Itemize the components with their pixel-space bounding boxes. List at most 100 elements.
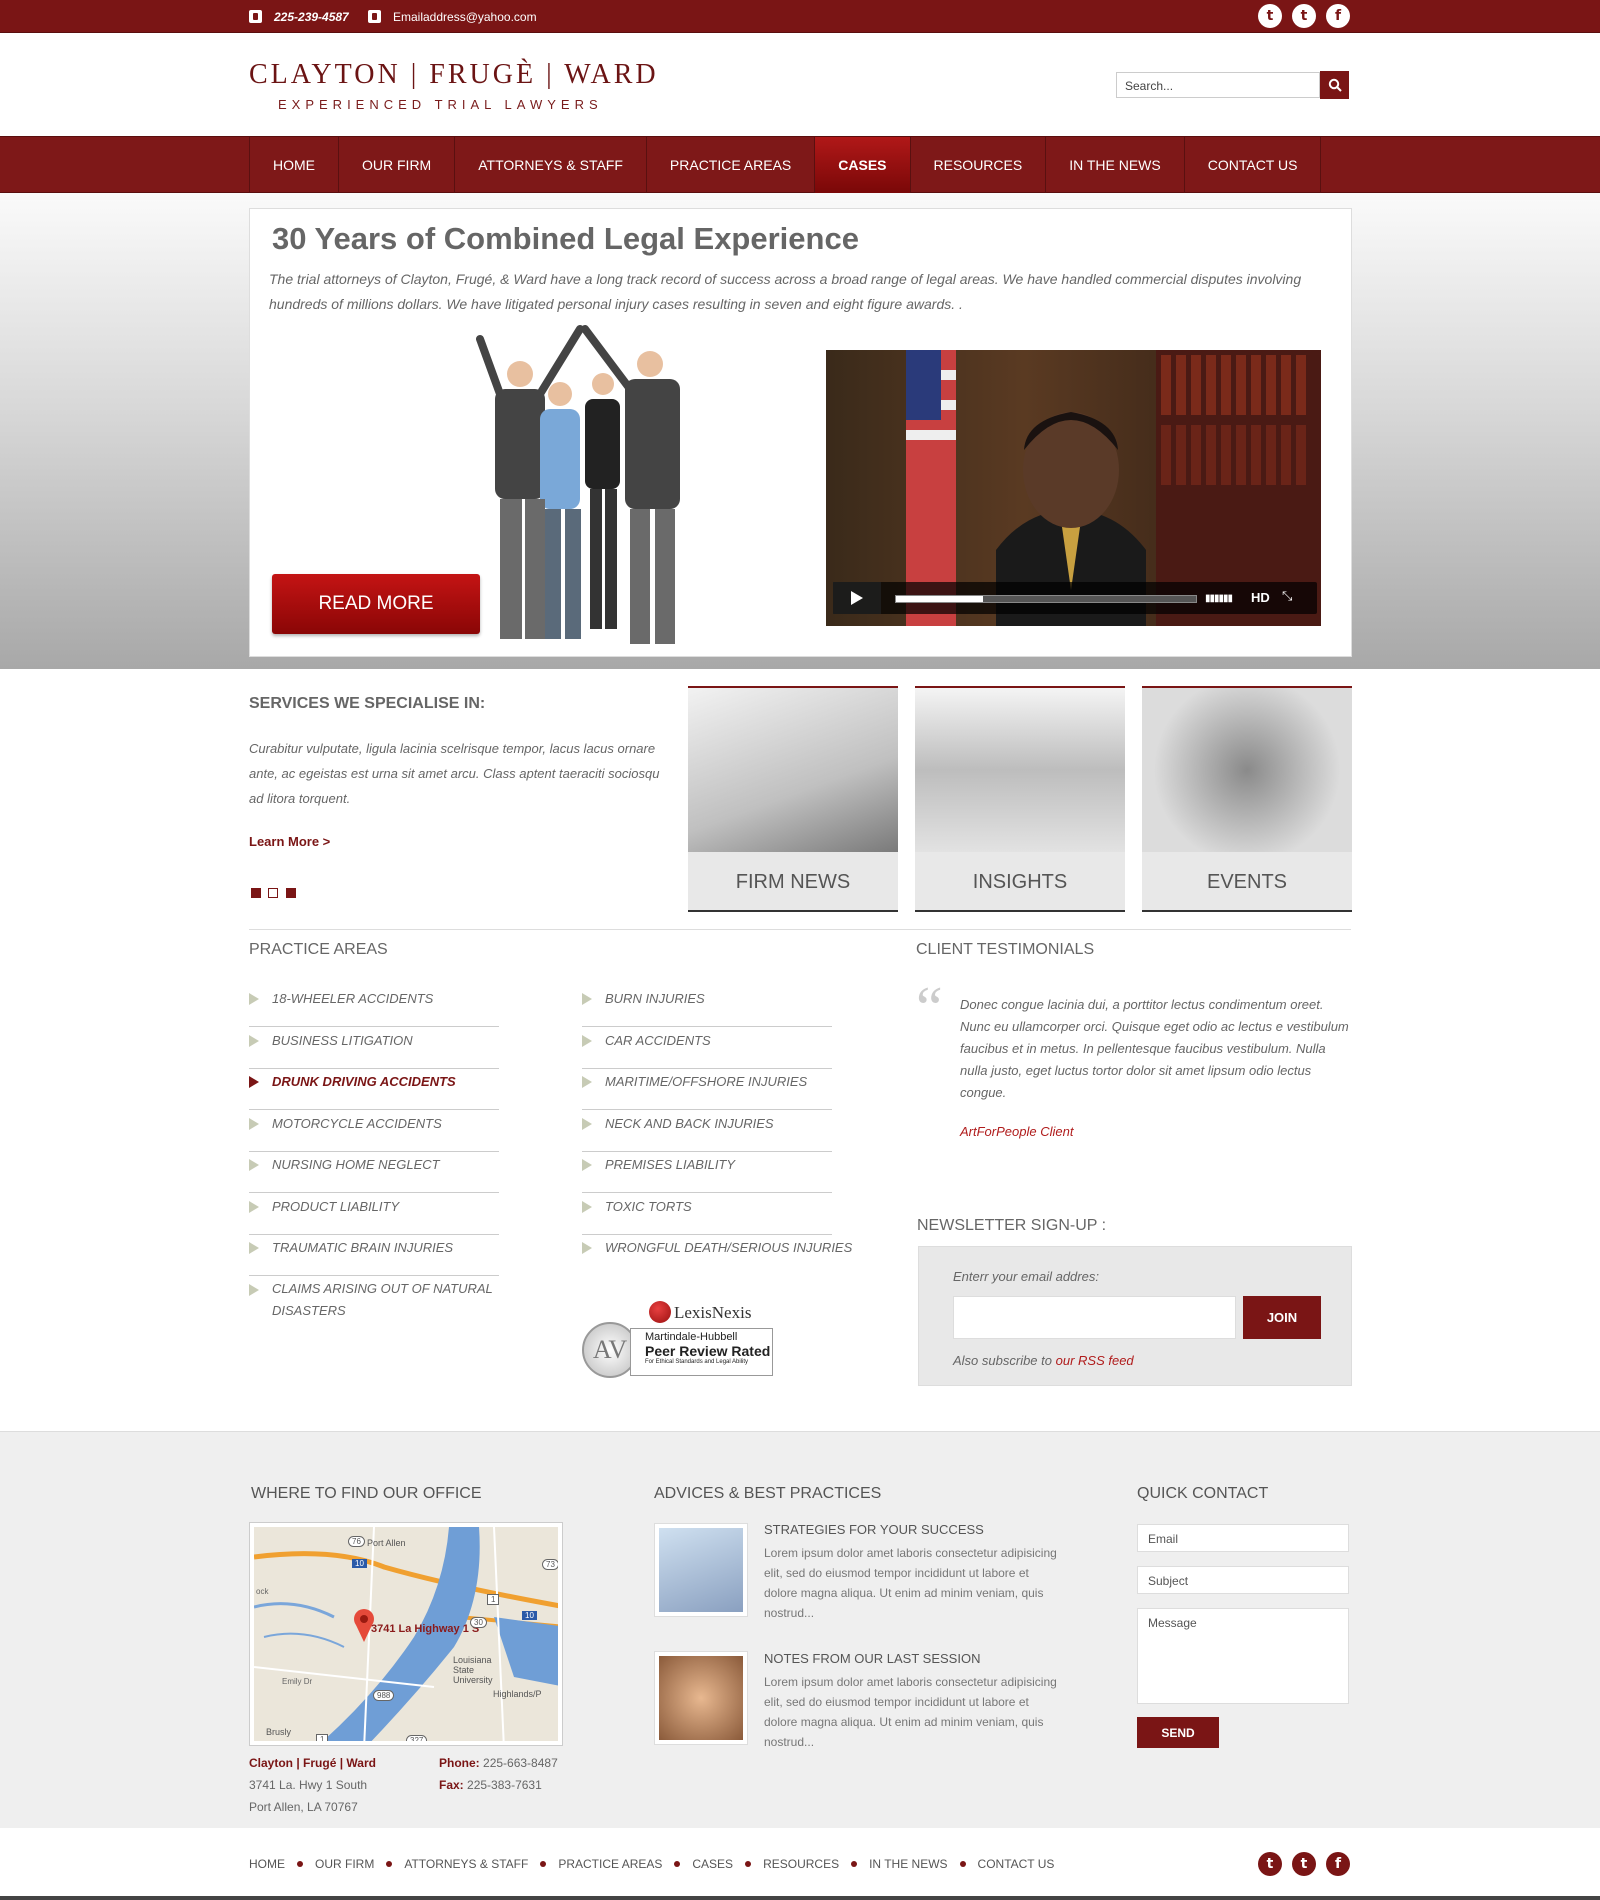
join-button[interactable]: JOIN [1243, 1296, 1321, 1339]
quote-mark-icon: “ [916, 975, 943, 1041]
facebook-icon[interactable]: f [1326, 4, 1350, 28]
map-road-marker: 30 [470, 1617, 487, 1628]
rss-prefix: Also subscribe to [953, 1353, 1056, 1368]
office-fax: 225-383-7631 [467, 1778, 542, 1792]
nav-practice-areas[interactable]: PRACTICE AREAS [647, 137, 816, 193]
twitter-icon[interactable]: t [1258, 1852, 1282, 1876]
practice-item[interactable]: 18-WHEELER ACCIDENTS [249, 985, 499, 1027]
video-player[interactable]: ▮▮▮▮▮▮ HD ⤡ [826, 350, 1321, 626]
practice-item[interactable]: TOXIC TORTS [582, 1193, 832, 1235]
footer-nav-contact-us[interactable]: CONTACT US [978, 1857, 1055, 1871]
phone-number: 225-239-4587 [274, 9, 349, 24]
practice-item[interactable]: BURN INJURIES [582, 985, 832, 1027]
newsletter-title: NEWSLETTER SIGN-UP : [917, 1217, 1107, 1234]
card-insights[interactable]: INSIGHTS [915, 686, 1125, 912]
slider-dot-1[interactable] [251, 888, 261, 898]
map-road-marker: 76 [348, 1536, 365, 1547]
firm-name-part: Frugé [303, 1756, 337, 1770]
rss-link[interactable]: our RSS feed [1056, 1353, 1134, 1368]
footer-nav-home[interactable]: HOME [249, 1857, 285, 1871]
email-info[interactable]: Emailaddress@yahoo.com [368, 0, 537, 33]
play-button[interactable] [833, 582, 881, 614]
video-progress-track[interactable] [895, 595, 1197, 603]
practice-item[interactable]: NURSING HOME NEGLECT [249, 1151, 499, 1193]
contact-subject-field[interactable]: Subject [1137, 1566, 1349, 1594]
nav-attorneys-staff[interactable]: ATTORNEYS & STAFF [455, 137, 647, 193]
card-events[interactable]: EVENTS [1142, 686, 1352, 912]
nav-separator [540, 1861, 547, 1867]
advice-title[interactable]: NOTES FROM OUR LAST SESSION [764, 1651, 980, 1666]
hd-toggle[interactable]: HD [1251, 590, 1270, 605]
nav-cases[interactable]: CASES [815, 137, 911, 193]
quick-contact-title: QUICK CONTACT [1137, 1485, 1269, 1502]
practice-item[interactable]: BUSINESS LITIGATION [249, 1027, 499, 1069]
practice-item[interactable]: CAR ACCIDENTS [582, 1027, 832, 1069]
play-icon [851, 591, 863, 605]
office-title: WHERE TO FIND OUR OFFICE [251, 1485, 482, 1502]
practice-areas-title: PRACTICE AREAS [249, 941, 388, 958]
nav-separator [959, 1861, 966, 1867]
slider-dot-2[interactable] [268, 888, 278, 898]
footer-nav-in-the-news[interactable]: IN THE NEWS [869, 1857, 947, 1871]
contact-message-field[interactable]: Message [1137, 1608, 1349, 1704]
map-place-label: Louisiana State University [453, 1655, 493, 1685]
map-road-marker: 10 [352, 1559, 367, 1568]
search-button[interactable] [1320, 71, 1349, 99]
testimonial-author[interactable]: ArtForPeople Client [960, 1124, 1073, 1139]
email-address[interactable]: Emailaddress@yahoo.com [393, 10, 537, 24]
practice-item[interactable]: PRODUCT LIABILITY [249, 1193, 499, 1235]
logo-subtitle: EXPERIENCED TRIAL LAWYERS [278, 97, 603, 112]
contact-email-field[interactable]: Email [1137, 1524, 1349, 1552]
logo-title[interactable]: CLAYTON | FRUGÈ | WARD [249, 59, 659, 91]
map-road-marker: 988 [373, 1690, 395, 1701]
advice-image-umbrella[interactable] [655, 1524, 747, 1616]
main-nav: HOME OUR FIRM ATTORNEYS & STAFF PRACTICE… [0, 136, 1600, 193]
send-button[interactable]: SEND [1137, 1717, 1219, 1748]
fullscreen-icon[interactable]: ⤡ [1282, 589, 1292, 604]
nav-in-the-news[interactable]: IN THE NEWS [1046, 137, 1185, 193]
map-road-marker: 327 [406, 1735, 428, 1741]
advice-text: Lorem ipsum dolor amet laboris consectet… [764, 1675, 1057, 1749]
nav-contact-us[interactable]: CONTACT US [1185, 137, 1322, 193]
tumblr-icon[interactable]: t [1292, 4, 1316, 28]
volume-icon[interactable]: ▮▮▮▮▮▮ [1205, 593, 1233, 604]
lexis-line2: Peer Review Rated [645, 1343, 771, 1359]
practice-item[interactable]: PREMISES LIABILITY [582, 1151, 832, 1193]
newsletter-email-input[interactable] [953, 1296, 1236, 1339]
read-more-button[interactable]: READ MORE [272, 574, 480, 634]
nav-home[interactable]: HOME [250, 137, 339, 193]
facebook-icon[interactable]: f [1326, 1852, 1350, 1876]
services-title: SERVICES WE SPECIALISE IN: [249, 695, 486, 712]
footer-nav-resources[interactable]: RESOURCES [763, 1857, 839, 1871]
bottom-border [0, 1896, 1600, 1900]
practice-item[interactable]: MARITIME/OFFSHORE INJURIES [582, 1068, 832, 1110]
lexis-line3: For Ethical Standards and Legal Ability [645, 1359, 749, 1365]
slider-dot-3[interactable] [286, 888, 296, 898]
practice-item[interactable]: CLAIMS ARISING OUT OF NATURAL DISASTERS [249, 1276, 499, 1324]
footer-nav-cases[interactable]: CASES [692, 1857, 733, 1871]
nav-resources[interactable]: RESOURCES [911, 137, 1047, 193]
newsletter-label: Enterr your email addres: [953, 1269, 1099, 1284]
peer-review-box: Martindale-Hubbell Peer Review Rated For… [630, 1328, 773, 1376]
practice-item[interactable]: WRONGFUL DEATH/SERIOUS INJURIES [582, 1234, 862, 1276]
practice-item[interactable]: TRAUMATIC BRAIN INJURIES [249, 1234, 499, 1276]
practice-item[interactable]: NECK AND BACK INJURIES [582, 1110, 832, 1152]
people-celebrating-image [476, 325, 680, 644]
footer-nav-practice-areas[interactable]: PRACTICE AREAS [558, 1857, 662, 1871]
advice-image-group[interactable] [655, 1652, 747, 1744]
tumblr-icon[interactable]: t [1292, 1852, 1316, 1876]
advice-title[interactable]: STRATEGIES FOR YOUR SUCCESS [764, 1522, 984, 1537]
footer-nav-our-firm[interactable]: OUR FIRM [315, 1857, 374, 1871]
lexisnexis-badge[interactable]: LexisNexis AV Martindale-Hubbell Peer Re… [580, 1300, 795, 1380]
practice-item[interactable]: MOTORCYCLE ACCIDENTS [249, 1110, 499, 1152]
practice-item-active[interactable]: DRUNK DRIVING ACCIDENTS [249, 1068, 499, 1110]
office-map[interactable]: 3741 La Highway 1 S Port Allen Louisiana… [250, 1523, 562, 1745]
card-firm-news[interactable]: FIRM NEWS [688, 686, 898, 912]
twitter-icon[interactable]: t [1258, 4, 1282, 28]
footer-nav-attorneys-staff[interactable]: ATTORNEYS & STAFF [404, 1857, 528, 1871]
search-input[interactable]: Search... [1116, 72, 1320, 98]
nav-our-firm[interactable]: OUR FIRM [339, 137, 456, 193]
office-phone[interactable]: 225-663-8487 [483, 1756, 558, 1770]
learn-more-link[interactable]: Learn More > [249, 834, 330, 849]
map-road-marker: 1 [487, 1594, 500, 1605]
